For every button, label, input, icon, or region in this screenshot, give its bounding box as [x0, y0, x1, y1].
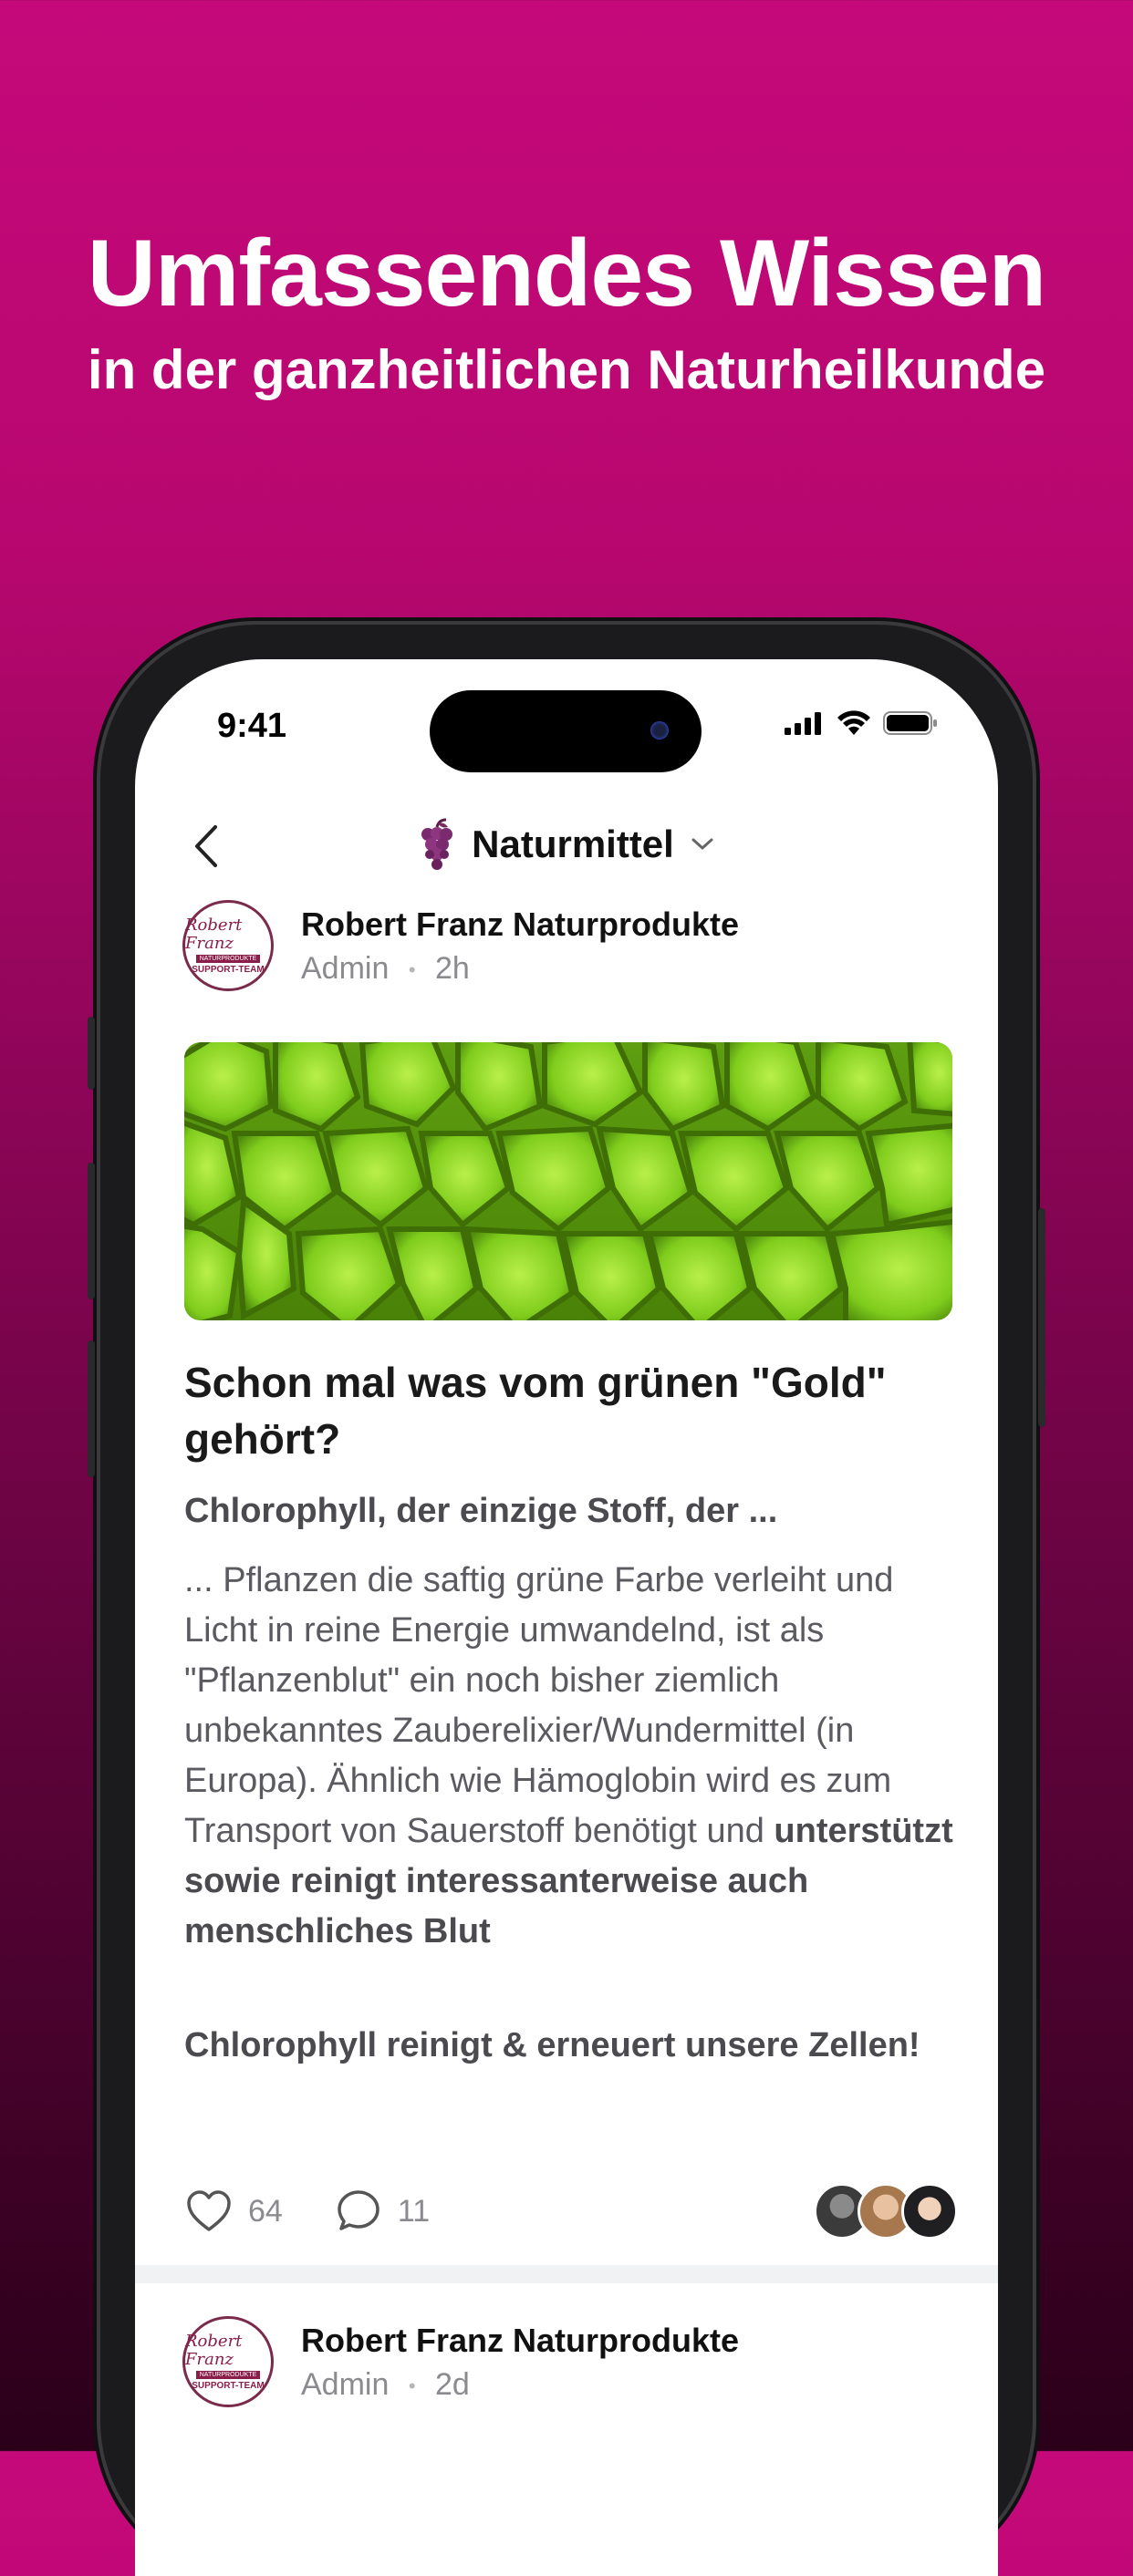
author-role: Admin [301, 950, 390, 986]
post-title[interactable]: Schon mal was vom grünen "Gold" gehört? [184, 1354, 960, 1467]
comment-button[interactable]: 11 [336, 2188, 430, 2234]
space-title: Naturmittel [472, 822, 674, 865]
post-actions: 64 11 [186, 2188, 483, 2234]
logo-signature: Robert Franz [185, 916, 243, 953]
comment-count: 11 [397, 2193, 431, 2229]
meta-separator: • [408, 957, 416, 981]
meta-separator: • [408, 2374, 416, 2397]
post-subtitle: Chlorophyll, der einzige Stoff, der ... [184, 1492, 778, 1530]
battery-icon [883, 711, 937, 735]
avatar[interactable]: Robert Franz NATURPRODUKTE SUPPORT-TEAM [182, 900, 274, 991]
promo-subline: in der ganzheitlichen Naturheilkunde [87, 339, 1046, 400]
logo-band: NATURPRODUKTE [195, 2371, 261, 2379]
post-divider [135, 2265, 998, 2283]
post-header: Robert Franz NATURPRODUKTE SUPPORT-TEAM … [182, 900, 739, 991]
post-age: 2h [434, 950, 470, 986]
post-meta: Admin • 2d [301, 2367, 739, 2403]
post-header: Robert Franz NATURPRODUKTE SUPPORT-TEAM … [182, 2316, 739, 2407]
logo-team: SUPPORT-TEAM [192, 2381, 265, 2391]
grapes-icon [421, 818, 453, 870]
author-name[interactable]: Robert Franz Naturprodukte [301, 905, 739, 944]
signal-icon [785, 712, 821, 735]
post-image[interactable] [184, 1042, 952, 1320]
wifi-icon [837, 710, 870, 735]
participant-avatars[interactable] [814, 2183, 958, 2240]
post-body-text: ... Pflanzen die saftig grüne Farbe verl… [184, 1561, 894, 1850]
status-icons [785, 710, 938, 736]
promo-headline: Umfassendes Wissen [87, 221, 1046, 326]
post-closing: Chlorophyll reinigt & erneuert unsere Ze… [184, 2026, 920, 2064]
comment-bubble-icon [338, 2190, 379, 2230]
author-name[interactable]: Robert Franz Naturprodukte [301, 2322, 739, 2360]
chlorophyll-cells-image [184, 1042, 952, 1320]
avatar[interactable]: Robert Franz NATURPRODUKTE SUPPORT-TEAM [182, 2316, 274, 2407]
avatar [901, 2183, 958, 2240]
post-body: ... Pflanzen die saftig grüne Farbe verl… [184, 1556, 960, 1957]
dynamic-island [430, 690, 702, 772]
status-time: 9:41 [217, 707, 287, 745]
space-selector[interactable]: Naturmittel [135, 818, 998, 871]
chevron-down-icon [691, 838, 713, 850]
like-button[interactable]: 64 [186, 2190, 283, 2232]
post-meta: Admin • 2h [301, 951, 739, 987]
volume-up-button [88, 1163, 95, 1299]
post-age: 2d [434, 2366, 470, 2402]
logo-team: SUPPORT-TEAM [192, 965, 265, 975]
nav-bar: Naturmittel [135, 796, 998, 896]
author-role: Admin [301, 2366, 390, 2402]
heart-icon [187, 2190, 231, 2231]
volume-down-button [88, 1340, 95, 1477]
action-button [88, 1017, 95, 1090]
logo-signature: Robert Franz [185, 2332, 243, 2369]
logo-band: NATURPRODUKTE [195, 955, 261, 963]
power-button [1038, 1208, 1045, 1427]
like-count: 64 [248, 2193, 283, 2229]
